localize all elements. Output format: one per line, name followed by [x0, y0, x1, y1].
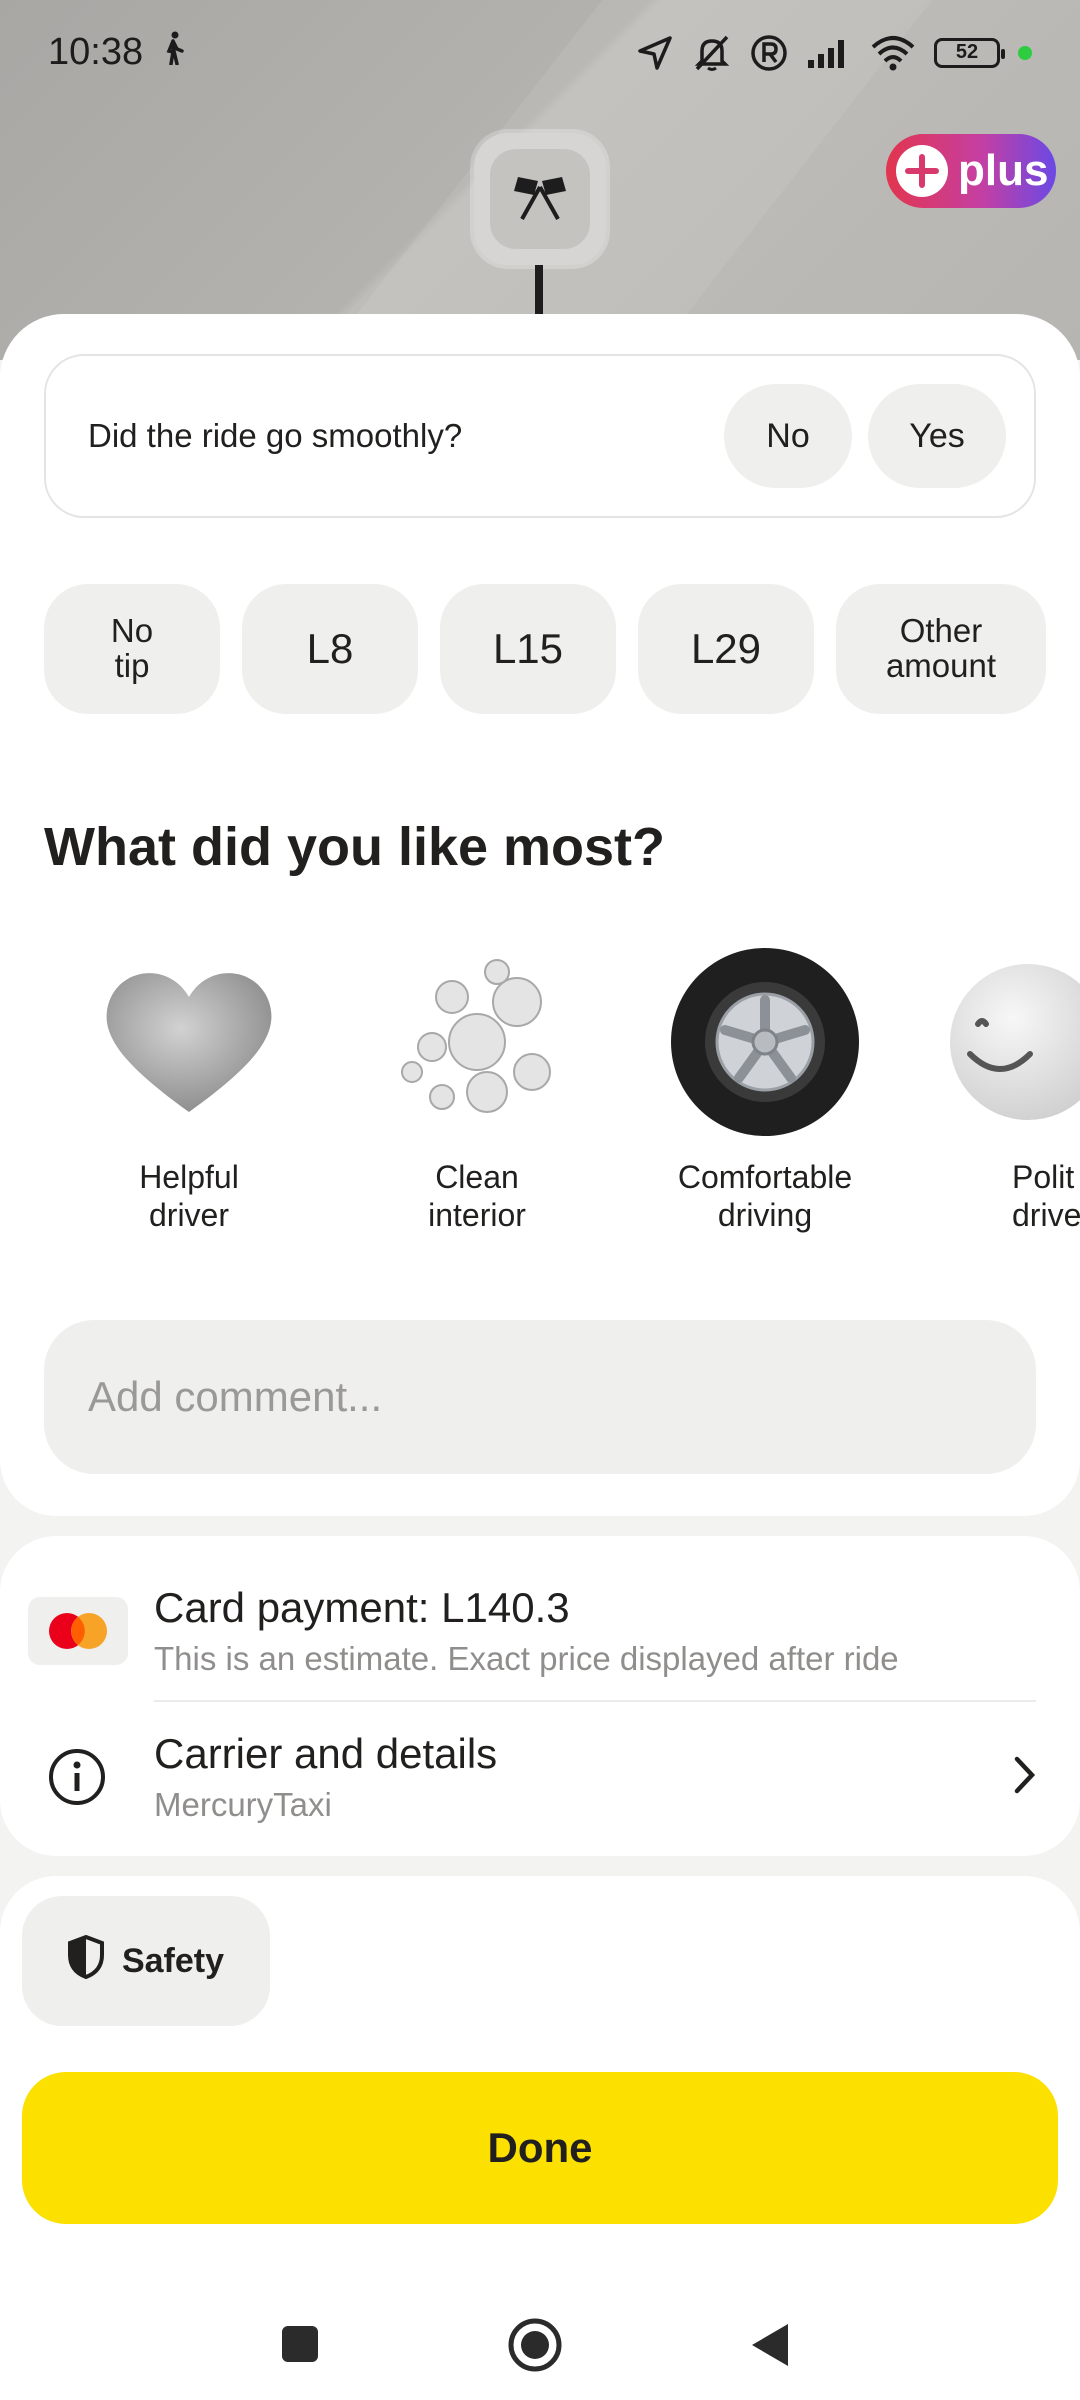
like-label: drive	[1012, 1197, 1080, 1234]
tip-label: tip	[114, 647, 150, 684]
info-icon	[48, 1748, 106, 1806]
home-icon[interactable]	[506, 2316, 564, 2379]
status-bar: 10:38 52	[0, 0, 1080, 105]
shield-icon	[67, 1934, 104, 1988]
battery-icon: 52	[934, 37, 1005, 68]
tip-29-button[interactable]: L29	[638, 584, 814, 714]
tire-icon	[669, 946, 861, 1143]
walking-icon	[163, 31, 185, 75]
location-arrow-icon	[636, 34, 674, 72]
like-label: Helpful	[139, 1159, 239, 1195]
divider	[154, 1700, 1036, 1702]
payment-subtitle: This is an estimate. Exact price display…	[154, 1640, 899, 1677]
heart-icon	[99, 962, 279, 1127]
tip-label: No	[110, 612, 154, 650]
finish-flag-marker	[474, 133, 606, 265]
comment-placeholder: Add comment...	[88, 1373, 383, 1420]
payment-card: Card payment: L140.3 This is an estimate…	[0, 1536, 1080, 1856]
signal-icon	[806, 36, 852, 70]
bottom-panel: Safety Done	[0, 1876, 1080, 2400]
like-most-title: What did you like most?	[44, 817, 666, 877]
payment-title: Card payment: L140.3	[154, 1584, 570, 1631]
add-comment-field[interactable]: Add comment...	[44, 1320, 1036, 1474]
safety-button[interactable]: Safety	[22, 1896, 270, 2026]
like-polite-driver[interactable]: Polit drive	[930, 944, 1080, 1235]
safety-label: Safety	[121, 1941, 225, 1980]
muted-bell-icon	[692, 33, 732, 73]
mastercard-icon	[28, 1597, 128, 1665]
like-label: Clean	[435, 1159, 519, 1195]
like-label: Polit	[1012, 1159, 1075, 1195]
like-clean-interior[interactable]: Clean interior	[352, 944, 602, 1235]
tip-15-button[interactable]: L15	[440, 584, 616, 714]
system-nav-bar	[0, 2318, 1080, 2400]
chevron-right-icon	[1012, 1755, 1038, 1800]
privacy-dot	[1018, 45, 1032, 60]
tip-label: amount	[885, 647, 997, 684]
smiley-icon	[930, 962, 1080, 1127]
ride-smooth-question: Did the ride go smoothly?	[88, 417, 463, 454]
registered-icon	[750, 34, 788, 72]
plus-badge-label: plus	[958, 146, 1049, 195]
ride-smooth-card: Did the ride go smoothly? No Yes	[44, 354, 1036, 518]
like-label: Comfortable	[677, 1159, 853, 1195]
like-comfortable-driving[interactable]: Comfortable driving	[640, 944, 890, 1235]
tip-none-button[interactable]: No tip	[44, 584, 220, 714]
like-helpful-driver[interactable]: Helpful driver	[64, 944, 314, 1235]
like-label: driving	[717, 1197, 813, 1234]
wifi-icon	[870, 35, 916, 71]
done-button[interactable]: Done	[22, 2072, 1058, 2224]
yes-button[interactable]: Yes	[868, 384, 1006, 488]
bubbles-icon	[392, 952, 562, 1137]
like-label: driver	[148, 1197, 229, 1234]
status-time: 10:38	[48, 31, 144, 73]
tip-8-button[interactable]: L8	[242, 584, 418, 714]
carrier-title: Carrier and details	[154, 1730, 498, 1777]
carrier-details-row[interactable]: Carrier and details MercuryTaxi	[0, 1712, 1080, 1842]
recents-icon[interactable]	[278, 2322, 322, 2371]
tip-other-amount-button[interactable]: Other amount	[836, 584, 1046, 714]
plus-logo-icon	[896, 145, 948, 197]
like-label: interior	[428, 1197, 526, 1234]
carrier-subtitle: MercuryTaxi	[154, 1786, 332, 1823]
tip-label: Other	[899, 612, 983, 650]
finish-flags-icon	[508, 171, 572, 228]
feedback-sheet: Did the ride go smoothly? No Yes No tip L…	[0, 314, 1080, 1516]
like-options: Helpful driver Clean interior Comfortabl…	[0, 944, 1080, 1244]
tip-options: No tip L8 L15 L29 Other amount	[44, 584, 1046, 714]
no-button[interactable]: No	[724, 384, 852, 488]
plus-badge[interactable]: plus	[886, 134, 1056, 208]
payment-row[interactable]: Card payment: L140.3 This is an estimate…	[0, 1566, 1080, 1696]
back-icon[interactable]	[748, 2320, 792, 2375]
